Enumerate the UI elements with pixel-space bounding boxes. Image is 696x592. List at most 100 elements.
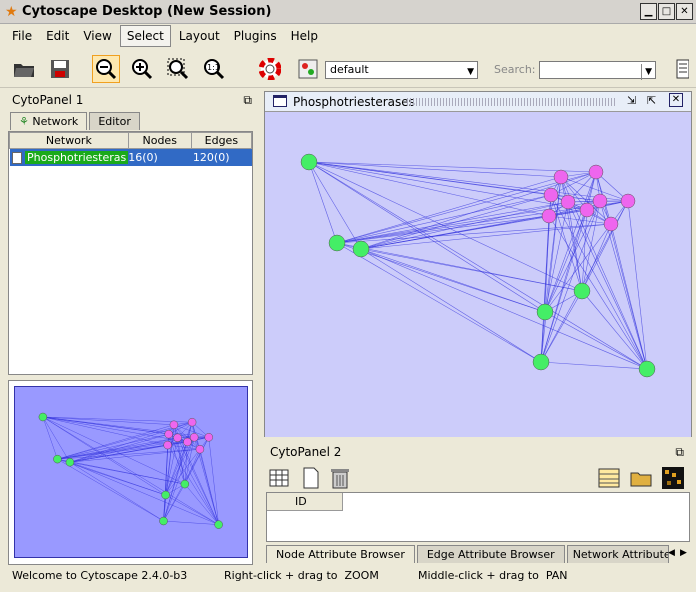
network-node[interactable] xyxy=(328,234,346,252)
network-node[interactable] xyxy=(183,437,192,447)
network-edge[interactable] xyxy=(360,248,546,313)
heatmap-icon[interactable] xyxy=(660,465,686,491)
vizmapper-icon[interactable] xyxy=(294,55,322,83)
network-node[interactable] xyxy=(163,440,172,450)
network-edge[interactable] xyxy=(336,215,550,244)
network-edge[interactable] xyxy=(308,161,648,370)
column-network[interactable]: Network xyxy=(9,132,129,149)
maximize-icon[interactable]: ⇱ xyxy=(647,94,656,107)
column-edges[interactable]: Edges xyxy=(190,132,253,149)
network-node[interactable] xyxy=(173,433,182,443)
network-node[interactable] xyxy=(195,444,205,454)
network-node[interactable] xyxy=(159,516,168,526)
import-table-icon[interactable] xyxy=(596,465,622,491)
zoom-in-icon[interactable] xyxy=(128,55,156,83)
network-edge[interactable] xyxy=(540,361,648,370)
network-node[interactable] xyxy=(588,164,604,180)
network-edge[interactable] xyxy=(548,215,612,225)
network-edge[interactable] xyxy=(308,161,583,292)
new-attribute-icon[interactable] xyxy=(298,465,324,491)
network-edge[interactable] xyxy=(336,242,542,363)
column-id[interactable]: ID xyxy=(267,493,343,511)
network-node[interactable] xyxy=(532,353,550,371)
menu-plugins[interactable]: Plugins xyxy=(228,26,283,46)
network-edge[interactable] xyxy=(544,311,648,370)
network-node[interactable] xyxy=(161,490,170,500)
close-button[interactable]: ✕ xyxy=(676,3,693,20)
open-folder-icon[interactable] xyxy=(628,465,654,491)
network-node[interactable] xyxy=(560,194,576,210)
tab-editor[interactable]: Editor xyxy=(89,112,140,130)
menu-help[interactable]: Help xyxy=(285,26,324,46)
tab-node-attribute-browser[interactable]: Node Attribute Browser xyxy=(266,545,415,563)
menu-file[interactable]: File xyxy=(6,26,38,46)
network-edge[interactable] xyxy=(308,161,338,244)
network-node[interactable] xyxy=(53,454,62,464)
network-graph[interactable] xyxy=(265,112,691,437)
network-node[interactable] xyxy=(536,303,554,321)
chevron-down-icon[interactable]: ▼ xyxy=(641,64,652,80)
network-edge[interactable] xyxy=(544,223,612,313)
network-node[interactable] xyxy=(164,429,173,439)
help-lifebuoy-icon[interactable] xyxy=(256,55,284,83)
network-node[interactable] xyxy=(352,240,370,258)
close-icon[interactable]: ✕ xyxy=(669,93,683,107)
menu-view[interactable]: View xyxy=(77,26,117,46)
network-node[interactable] xyxy=(180,479,190,489)
network-node[interactable] xyxy=(38,412,48,422)
table-row[interactable]: Phosphotriesteras 16(0) 120(0) xyxy=(9,148,252,166)
tab-edge-attribute-browser[interactable]: Edge Attribute Browser xyxy=(416,545,565,563)
network-node[interactable] xyxy=(65,457,75,467)
network-node[interactable] xyxy=(620,193,636,209)
menu-select[interactable]: Select xyxy=(119,25,171,47)
menu-edit[interactable]: Edit xyxy=(40,26,75,46)
column-nodes[interactable]: Nodes xyxy=(127,132,192,149)
float-panel-icon[interactable]: ⧉ xyxy=(675,445,684,460)
network-edge[interactable] xyxy=(336,201,569,244)
network-node[interactable] xyxy=(189,433,199,442)
maximize-button[interactable]: □ xyxy=(658,3,675,20)
open-folder-icon[interactable] xyxy=(10,55,38,83)
network-node[interactable] xyxy=(543,187,559,203)
float-panel-icon[interactable]: ⧉ xyxy=(243,93,252,108)
network-node[interactable] xyxy=(603,216,619,232)
network-node[interactable] xyxy=(573,282,591,300)
birds-eye-panel[interactable] xyxy=(8,380,253,565)
network-node[interactable] xyxy=(169,420,179,430)
network-node[interactable] xyxy=(187,417,197,427)
network-edge[interactable] xyxy=(360,194,552,250)
tab-network[interactable]: ⚘ Network xyxy=(10,112,88,130)
more-icon[interactable] xyxy=(672,55,692,83)
network-node[interactable] xyxy=(553,169,569,185)
minimize-button[interactable]: ▁ xyxy=(640,3,657,20)
network-name: Phosphotriesteras xyxy=(25,150,129,164)
tab-network-attribute-browser[interactable]: Network Attribute xyxy=(566,545,669,563)
visual-style-select[interactable]: default ▼ xyxy=(325,61,478,79)
zoom-out-icon[interactable] xyxy=(92,55,120,83)
network-node[interactable] xyxy=(541,208,557,224)
network-node[interactable] xyxy=(579,202,595,218)
iconify-icon[interactable]: ⇲ xyxy=(627,94,636,107)
birds-eye-view[interactable] xyxy=(14,386,248,558)
network-edge[interactable] xyxy=(308,161,550,217)
network-node[interactable] xyxy=(204,433,214,442)
network-edge[interactable] xyxy=(360,201,569,250)
menu-bar: File Edit View Select Layout Plugins Hel… xyxy=(0,24,696,48)
drag-bar[interactable] xyxy=(407,98,617,106)
network-node[interactable] xyxy=(300,153,318,171)
search-input[interactable]: ▼ xyxy=(539,61,656,80)
delete-trash-icon[interactable] xyxy=(327,465,353,491)
tab-scroll-right-icon[interactable]: ▶ xyxy=(680,548,687,558)
cytopanel1-tabs: ⚘ Network Editor xyxy=(10,112,142,130)
select-attributes-icon[interactable] xyxy=(266,465,292,491)
network-node[interactable] xyxy=(214,520,223,529)
save-icon[interactable] xyxy=(46,55,74,83)
zoom-fit-icon[interactable]: 1:1 xyxy=(200,55,228,83)
network-node[interactable] xyxy=(638,360,656,378)
tab-scroll-left-icon[interactable]: ◀ xyxy=(668,548,675,558)
menu-layout[interactable]: Layout xyxy=(173,26,226,46)
network-canvas[interactable] xyxy=(265,112,691,437)
network-node[interactable] xyxy=(592,193,608,209)
zoom-selected-icon[interactable] xyxy=(164,55,192,83)
network-edge[interactable] xyxy=(360,248,648,370)
